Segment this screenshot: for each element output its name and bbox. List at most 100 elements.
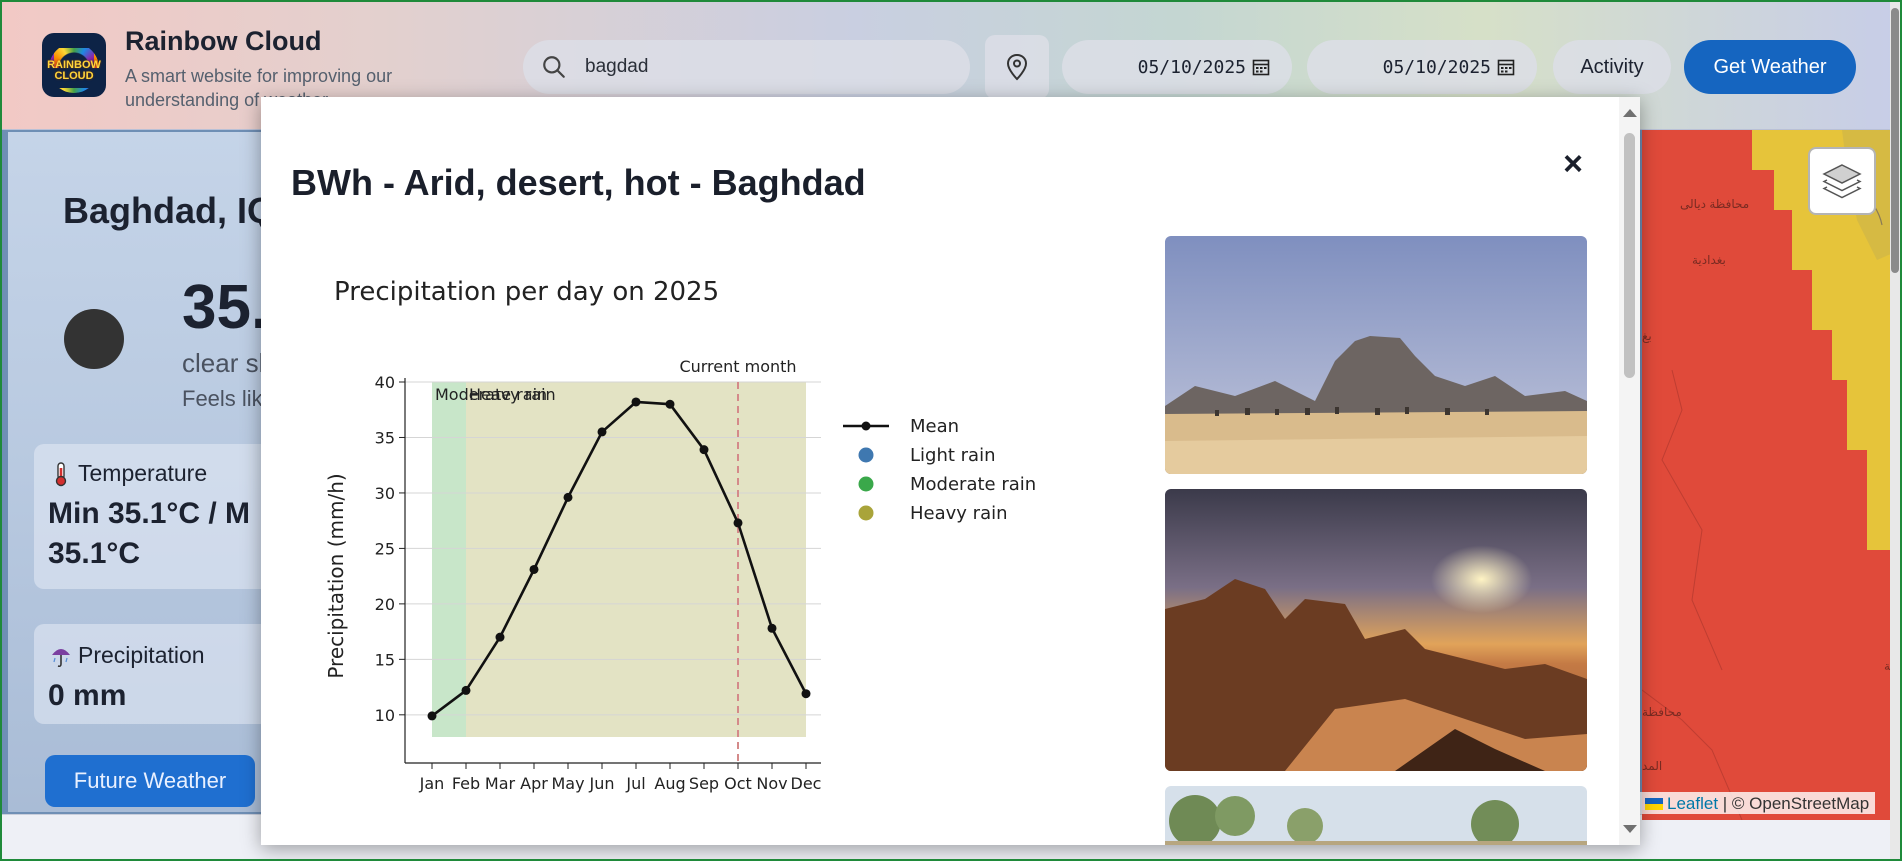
start-date-input[interactable]: 05/10/2025 bbox=[1062, 40, 1292, 94]
band-moderate-rain bbox=[432, 382, 466, 737]
y-axis-ticks: 10 15 20 25 30 35 40 bbox=[375, 373, 405, 725]
page-scrollbar-thumb[interactable] bbox=[1891, 8, 1899, 273]
layers-icon bbox=[1822, 164, 1862, 199]
data-point bbox=[631, 397, 641, 407]
y-tick-label: 15 bbox=[375, 650, 395, 669]
chart-title: Precipitation per day on 2025 bbox=[334, 277, 719, 307]
precipitation-label: Precipitation bbox=[50, 642, 205, 669]
start-date-value: 05/10/2025 bbox=[1137, 56, 1246, 78]
y-tick-label: 10 bbox=[375, 706, 395, 725]
activity-button[interactable]: Activity bbox=[1553, 40, 1671, 94]
precipitation-label-text: Precipitation bbox=[78, 642, 205, 668]
data-point bbox=[597, 427, 607, 437]
location-pin-icon bbox=[1006, 53, 1028, 81]
band-heavy-rain bbox=[466, 382, 806, 737]
precipitation-value: 0 mm bbox=[48, 679, 127, 712]
end-date-value: 05/10/2025 bbox=[1382, 56, 1491, 78]
map-label: محافظة bbox=[1642, 705, 1682, 719]
temperature-value-line1: Min 35.1°C / M bbox=[48, 497, 251, 530]
legend-label: Heavy rain bbox=[910, 503, 1008, 524]
y-tick-label: 20 bbox=[375, 595, 395, 614]
savanna-image bbox=[1165, 786, 1587, 845]
legend-label: Mean bbox=[910, 416, 959, 437]
logo-text: RAINBOW CLOUD bbox=[47, 60, 101, 82]
legend-dot-marker bbox=[858, 447, 874, 463]
temperature-label: Temperature bbox=[50, 460, 207, 487]
precipitation-chart: Precipitation per day on 2025 Moderate r… bbox=[324, 277, 1036, 793]
legend-label: Moderate rain bbox=[910, 474, 1036, 495]
climate-photo bbox=[1165, 489, 1587, 771]
page: RAINBOW CLOUD Rainbow Cloud A smart webs… bbox=[2, 2, 1900, 859]
legend-dot-marker bbox=[858, 505, 874, 521]
calendar-icon[interactable] bbox=[1497, 58, 1515, 76]
weather-map[interactable]: محافظة ديالى بغدادية بغ محافظة المد ية bbox=[1642, 130, 1900, 820]
temperature-card: Temperature Min 35.1°C / M 35.1°C bbox=[34, 444, 274, 589]
data-point bbox=[767, 623, 777, 633]
city-name: Baghdad, IQ bbox=[63, 190, 276, 231]
ukraine-flag-icon bbox=[1645, 798, 1663, 810]
x-tick-label: Feb bbox=[452, 774, 480, 793]
data-point bbox=[699, 445, 709, 455]
app-logo[interactable]: RAINBOW CLOUD bbox=[42, 33, 106, 97]
layers-button[interactable] bbox=[1808, 147, 1876, 215]
temperature-value-line2: 35.1°C bbox=[48, 537, 141, 570]
modal-title: BWh - Arid, desert, hot - Baghdad bbox=[291, 162, 866, 203]
x-tick-label: Jan bbox=[419, 774, 445, 793]
data-point bbox=[733, 518, 743, 528]
y-tick-label: 40 bbox=[375, 373, 395, 392]
data-point bbox=[563, 492, 573, 502]
temperature-label-text: Temperature bbox=[78, 460, 208, 486]
y-tick-label: 35 bbox=[375, 428, 395, 447]
x-tick-label: Mar bbox=[485, 774, 516, 793]
map-label: محافظة ديالى bbox=[1680, 197, 1749, 211]
search-icon bbox=[543, 56, 565, 78]
map-label: بغدادية bbox=[1692, 253, 1726, 267]
search-bar[interactable] bbox=[523, 40, 970, 94]
y-tick-label: 30 bbox=[375, 484, 395, 503]
thermometer-icon bbox=[55, 461, 67, 486]
x-tick-label: Dec bbox=[791, 774, 822, 793]
chart-legend: Mean Light rain Moderate rain Heavy rain bbox=[843, 416, 1036, 524]
data-point bbox=[427, 711, 437, 721]
y-tick-label: 25 bbox=[375, 539, 395, 558]
climate-photo bbox=[1165, 786, 1587, 845]
map-tiles: محافظة ديالى بغدادية بغ محافظة المد ية bbox=[1642, 130, 1900, 820]
precipitation-card: Precipitation 0 mm bbox=[34, 624, 274, 724]
x-tick-label: Jul bbox=[625, 774, 645, 793]
legend-dot-marker bbox=[861, 421, 871, 431]
get-weather-button[interactable]: Get Weather bbox=[1684, 40, 1856, 94]
x-tick-label: Apr bbox=[520, 774, 548, 793]
modal-scrollbar-thumb[interactable] bbox=[1624, 133, 1635, 378]
page-scrollbar[interactable] bbox=[1890, 2, 1900, 859]
climate-modal: BWh - Arid, desert, hot - Baghdad × Prec… bbox=[261, 97, 1640, 845]
umbrella-icon bbox=[52, 648, 70, 667]
location-button[interactable] bbox=[985, 35, 1049, 99]
data-point bbox=[801, 689, 811, 699]
x-axis-ticks: Jan Feb Mar Apr May Jun Jul Aug Sep Oct Nov Dec bbox=[419, 763, 822, 793]
map-label: المد bbox=[1642, 759, 1662, 773]
close-button[interactable]: × bbox=[1556, 147, 1590, 181]
desert-rocks-sunset-image bbox=[1165, 489, 1587, 771]
leaflet-link[interactable]: Leaflet bbox=[1667, 794, 1718, 813]
current-month-label: Current month bbox=[679, 357, 796, 376]
logo-text-line2: CLOUD bbox=[54, 70, 94, 82]
modal-scrollbar[interactable] bbox=[1619, 97, 1640, 845]
band-label: Heavy rain bbox=[469, 385, 556, 404]
app-title: Rainbow Cloud bbox=[125, 26, 322, 56]
x-tick-label: Oct bbox=[724, 774, 752, 793]
legend-label: Light rain bbox=[910, 445, 995, 466]
future-weather-button[interactable]: Future Weather bbox=[45, 755, 255, 807]
calendar-icon[interactable] bbox=[1252, 58, 1270, 76]
map-attribution: Leaflet | © OpenStreetMap bbox=[1639, 792, 1876, 814]
end-date-input[interactable]: 05/10/2025 bbox=[1307, 40, 1537, 94]
data-point bbox=[529, 564, 539, 574]
x-tick-label: Jun bbox=[589, 774, 615, 793]
osm-attribution: | © OpenStreetMap bbox=[1722, 794, 1870, 813]
scroll-up-arrow-icon[interactable] bbox=[1623, 109, 1637, 117]
x-tick-label: Nov bbox=[756, 774, 787, 793]
x-tick-label: Sep bbox=[689, 774, 719, 793]
climate-photo bbox=[1165, 236, 1587, 474]
search-input[interactable] bbox=[585, 56, 945, 78]
scroll-down-arrow-icon[interactable] bbox=[1623, 825, 1637, 833]
data-point bbox=[495, 632, 505, 642]
